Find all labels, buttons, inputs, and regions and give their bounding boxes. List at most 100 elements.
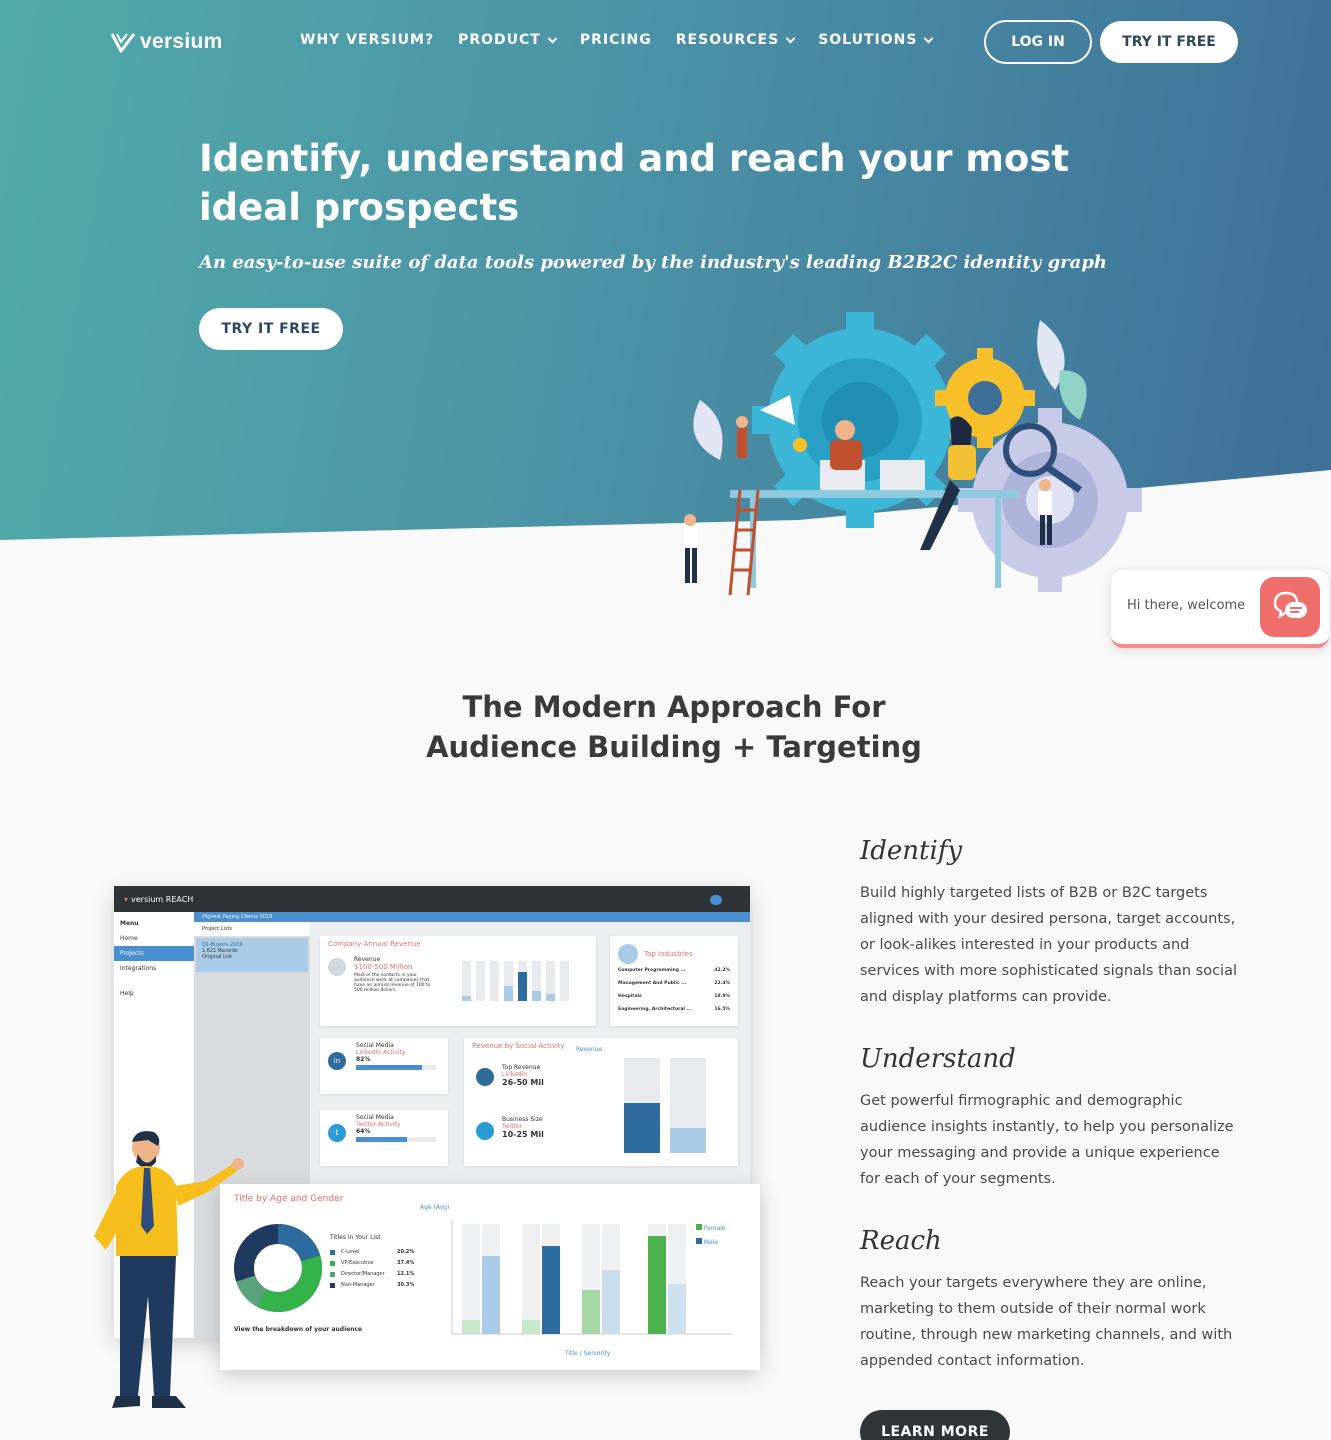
nav-resources[interactable]: RESOURCES [675, 32, 796, 48]
brand-name: versium [140, 30, 223, 53]
feature-text: Reach your targets everywhere they are o… [860, 1275, 1233, 1369]
list-type: Original List [202, 954, 232, 960]
versium-logo-icon: ▾ [124, 894, 129, 904]
card-title: Company Annual Revenue [328, 940, 421, 948]
top-revenue: Top Revenue Linkedin 26-50 Mil [502, 1064, 544, 1087]
legend-row: C-Level 20.2% [330, 1247, 414, 1258]
linkedin-bar [356, 1065, 422, 1070]
try-free-nav-button[interactable]: TRY IT FREE [1100, 21, 1238, 63]
chevron-down-icon [547, 33, 558, 43]
card-value: 64% [356, 1128, 371, 1135]
feature-title: Reach [860, 1226, 942, 1256]
project-list-item: Q1-Buyers-2019 1,621 Records Original Li… [196, 938, 308, 972]
revenue-value: $100-500 Million [354, 963, 413, 971]
sidebar-item-projects: Projects [114, 946, 194, 961]
industries-table: Computer Programming ... 42.2% Management… [610, 962, 738, 1018]
revenue-summary: Revenue $100-500 Million Most of the con… [354, 956, 434, 993]
top-navigation: versium WHY VERSIUM? PRODUCT PRICING RES… [0, 0, 1331, 84]
learn-more-button[interactable]: LEARN MORE [860, 1410, 1010, 1440]
avatar [710, 895, 722, 905]
nav-label: PRICING [579, 32, 652, 48]
chart-label: Revenue [576, 1046, 603, 1053]
sidebar-item-help: Help [120, 990, 134, 997]
nav-label: RESOURCES [675, 32, 780, 48]
feature-title: Identify [860, 836, 963, 866]
industries-card: Top Industries Computer Programming ... 4… [610, 936, 738, 1026]
card-footer: View the breakdown of your audience [234, 1326, 363, 1333]
dashboard-app-name: versium REACH [131, 894, 194, 904]
nav-pricing[interactable]: PRICING [580, 32, 652, 48]
feature-text: Get powerful firmographic and demographi… [860, 1093, 1234, 1187]
chat-widget[interactable]: Hi there, welcome [1111, 570, 1329, 648]
feature-understand: Understand Get powerful firmographic and… [860, 1044, 1240, 1192]
login-button[interactable]: LOG IN [984, 20, 1092, 64]
nav-solutions[interactable]: SOLUTIONS [818, 32, 934, 48]
nav-why-versium[interactable]: WHY VERSIUM? [300, 32, 434, 48]
chat-bubble-icon [1273, 591, 1307, 619]
twitter-icon [476, 1122, 494, 1140]
gender-legend: Female Male [696, 1224, 726, 1246]
section-title-line1: The Modern Approach For [462, 690, 886, 724]
legend-row: Non-Manager 30.3% [330, 1280, 414, 1291]
table-row: Computer Programming ... 42.2% [618, 968, 730, 973]
social-revenue-card: Revenue by Social Activity Top Revenue L… [464, 1038, 738, 1166]
feature-reach: Reach Reach your targets everywhere they… [860, 1226, 1240, 1374]
revenue-card: Company Annual Revenue Revenue $100-500 … [320, 936, 596, 1026]
feature-title: Understand [860, 1044, 1016, 1074]
age-gender-card: Title by Age and Gender Titles In Your L… [220, 1184, 760, 1370]
nav-label: PRODUCT [458, 32, 541, 48]
project-lists-heading: Project Lists [194, 922, 310, 936]
legend-row: VP/Executive 37.4% [330, 1258, 414, 1269]
twitter-bar [356, 1137, 408, 1142]
section-title-line2: Audience Building + Targeting [426, 730, 922, 764]
table-row: Hospitals 18.9% [618, 994, 730, 999]
twitter-card: t Social Media Twitter Activity 64% [320, 1110, 448, 1166]
team-gears-illustration [684, 312, 1142, 596]
main-menu: WHY VERSIUM? PRODUCT PRICING RESOURCES S… [300, 32, 934, 48]
hero-title: Identify, understand and reach your most… [199, 137, 1070, 229]
dashboard-breadcrumb: Highest Paying Clients 2019 [194, 912, 750, 922]
titles-legend: Titles In Your List C-Level 20.2% VP/Exec… [330, 1234, 414, 1291]
feature-identify: Identify Build highly targeted lists of … [860, 836, 1240, 1010]
building-icon [618, 944, 638, 964]
x-axis-label: Title / Seniority [565, 1350, 611, 1357]
dashboard-topbar: ▾ versium REACH [114, 886, 750, 912]
revenue-desc: Most of the contacts in your audience wo… [354, 973, 431, 993]
linkedin-stats: Social Media LinkedIn Activity 82% [356, 1042, 436, 1070]
revenue-label: Revenue [354, 956, 381, 963]
nav-label: SOLUTIONS [818, 32, 918, 48]
chat-open-button[interactable] [1260, 577, 1320, 637]
table-row: Management And Public ... 22.4% [618, 981, 730, 986]
revenue-bar-chart [462, 961, 569, 1001]
card-title: Title by Age and Gender [234, 1194, 344, 1204]
linkedin-card: in Social Media LinkedIn Activity 82% [320, 1038, 448, 1094]
chevron-down-icon [923, 33, 934, 43]
dollar-icon [328, 958, 346, 976]
section-title: The Modern Approach For Audience Buildin… [0, 687, 1331, 767]
card-label: Social Media [356, 1042, 394, 1049]
business-size: Business Size Twitter 10-25 Mil [502, 1116, 544, 1139]
chat-greeting: Hi there, welcome [1127, 598, 1246, 613]
presenter-illustration [94, 1131, 244, 1408]
try-free-hero-button[interactable]: TRY IT FREE [199, 308, 343, 350]
nav-product[interactable]: PRODUCT [458, 32, 558, 48]
card-title: Twitter Activity [356, 1121, 401, 1128]
table-row: Engineering, Architectural ... 16.5% [618, 1007, 730, 1012]
hero-subtitle: An easy-to-use suite of data tools power… [199, 252, 1107, 273]
card-title: LinkedIn Activity [356, 1049, 406, 1056]
legend-row: Director/Manager 12.1% [330, 1269, 414, 1280]
sidebar-item-integrations: Integrations [120, 965, 157, 972]
social-revenue-chart [624, 1058, 706, 1153]
sidebar-item-home: Home [120, 935, 138, 942]
feature-text: Build highly targeted lists of B2B or B2… [860, 885, 1237, 1005]
twitter-icon: t [328, 1124, 346, 1142]
nav-label: WHY VERSIUM? [300, 32, 435, 48]
versium-logo-icon [110, 33, 136, 53]
card-label: Social Media [356, 1114, 394, 1121]
brand-logo[interactable]: versium [110, 30, 223, 54]
chevron-down-icon [785, 33, 796, 43]
menu-heading: Menu [120, 920, 139, 927]
linkedin-icon: in [328, 1052, 346, 1070]
linkedin-icon [476, 1068, 494, 1086]
card-value: 82% [356, 1056, 371, 1063]
